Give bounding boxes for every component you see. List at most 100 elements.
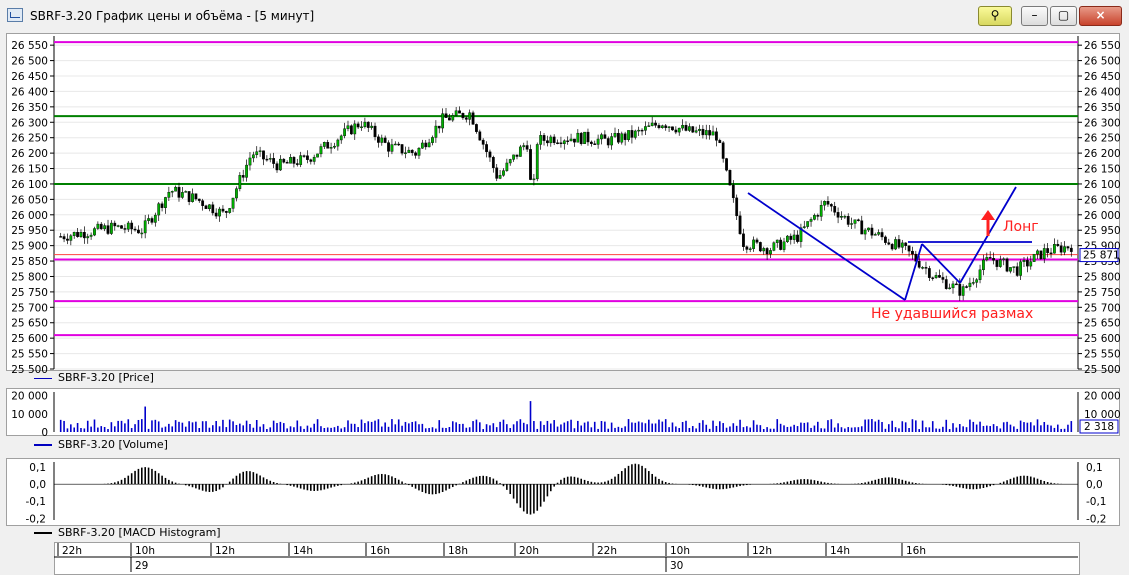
candle-down (958, 283, 962, 296)
candle-down (556, 142, 559, 144)
price-tick-label-left: 25 500 (11, 364, 48, 376)
candle-down (870, 227, 874, 236)
candle-down (113, 222, 117, 227)
candle-up (863, 229, 867, 235)
price-tick-label-right: 26 100 (1084, 179, 1121, 191)
candle-up (316, 153, 319, 158)
candle-up (1029, 261, 1033, 267)
candle-down (927, 268, 931, 278)
candle-down (356, 123, 360, 128)
candle-up (508, 159, 512, 164)
candle-up (627, 130, 630, 140)
time-tick-label: 14h (830, 545, 850, 557)
candle-up (677, 127, 681, 133)
candle-up (393, 143, 397, 146)
candle-up (140, 232, 144, 235)
candle-down (481, 139, 485, 145)
candle-up (72, 231, 76, 236)
macd-tick-label-right: 0,0 (1086, 479, 1103, 491)
candle-up (633, 130, 637, 138)
candle-down (133, 228, 137, 231)
candle-up (147, 218, 150, 221)
candle-up (644, 126, 647, 131)
candle-down (944, 279, 948, 289)
candle-up (180, 192, 184, 198)
candle-down (924, 267, 928, 269)
candle-up (535, 144, 539, 180)
candle-up (407, 149, 411, 153)
candle-up (96, 223, 100, 229)
time-tick-label: 12h (215, 545, 235, 557)
candle-down (664, 125, 668, 128)
volume-tick-label-right: 10 000 (1084, 409, 1121, 421)
candle-up (103, 225, 107, 230)
candle-down (721, 142, 725, 159)
candle-up (532, 178, 536, 181)
candle-down (755, 239, 759, 243)
price-tick-label-left: 25 700 (11, 302, 48, 314)
price-tick-label-left: 25 750 (11, 287, 48, 299)
time-tick-label: 12h (752, 545, 772, 557)
price-tick-label-right: 26 400 (1084, 86, 1121, 98)
candle-down (992, 258, 995, 261)
candle-down (397, 143, 401, 146)
price-tick-label-right: 25 800 (1084, 271, 1121, 283)
price-tick-label-left: 26 250 (11, 133, 48, 145)
candle-down (1046, 248, 1050, 254)
macd-tick-label-left: -0,2 (26, 513, 47, 525)
candle-down (887, 242, 891, 245)
candle-down (437, 125, 441, 129)
candle-up (921, 267, 924, 269)
candle-up (569, 138, 573, 142)
candle-up (235, 188, 238, 199)
candle-down (302, 155, 306, 157)
price-tick-label-left: 26 150 (11, 164, 48, 176)
candle-up (336, 139, 340, 147)
time-tick-label: 18h (448, 545, 468, 557)
candle-up (600, 134, 603, 140)
candle-up (505, 162, 509, 171)
price-tick-label-right: 26 150 (1084, 164, 1121, 176)
candle-up (975, 279, 979, 283)
candle-down (931, 277, 935, 279)
candle-down (836, 212, 840, 218)
candle-up (390, 144, 394, 152)
candle-down (292, 157, 296, 164)
candle-down (829, 204, 833, 207)
date-label-30: 30 (670, 560, 683, 572)
candle-down (1049, 252, 1053, 255)
time-tick-label: 22h (62, 545, 82, 557)
candle-up (1019, 261, 1022, 276)
candle-down (586, 131, 590, 143)
candle-up (971, 282, 975, 284)
candle-up (698, 128, 701, 131)
candle-up (333, 145, 336, 148)
candle-down (214, 212, 218, 217)
price-tick-label-right: 25 700 (1084, 302, 1121, 314)
candle-up (948, 287, 952, 290)
candle-up (116, 225, 120, 227)
candle-up (167, 192, 171, 198)
time-tick-label: 10h (135, 545, 155, 557)
price-tick-label-right: 26 200 (1084, 148, 1121, 160)
candle-up (562, 140, 566, 145)
candle-down (272, 158, 276, 164)
price-tick-label-right: 26 050 (1084, 194, 1121, 206)
price-tick-label-left: 26 100 (11, 179, 48, 191)
time-tick-label: 14h (293, 545, 313, 557)
candle-up (312, 156, 316, 162)
candle-down (735, 197, 739, 217)
candle-down (366, 121, 370, 128)
candle-up (153, 214, 157, 223)
candle-down (758, 242, 762, 252)
candle-down (765, 248, 769, 255)
candle-down (745, 246, 749, 250)
candle-down (444, 113, 448, 118)
price-tick-label-right: 25 950 (1084, 225, 1121, 237)
candle-up (823, 201, 826, 206)
candle-up (1042, 248, 1046, 259)
candle-up (752, 239, 755, 249)
candle-up (802, 226, 806, 228)
candle-down (955, 283, 958, 286)
candle-up (228, 208, 232, 213)
